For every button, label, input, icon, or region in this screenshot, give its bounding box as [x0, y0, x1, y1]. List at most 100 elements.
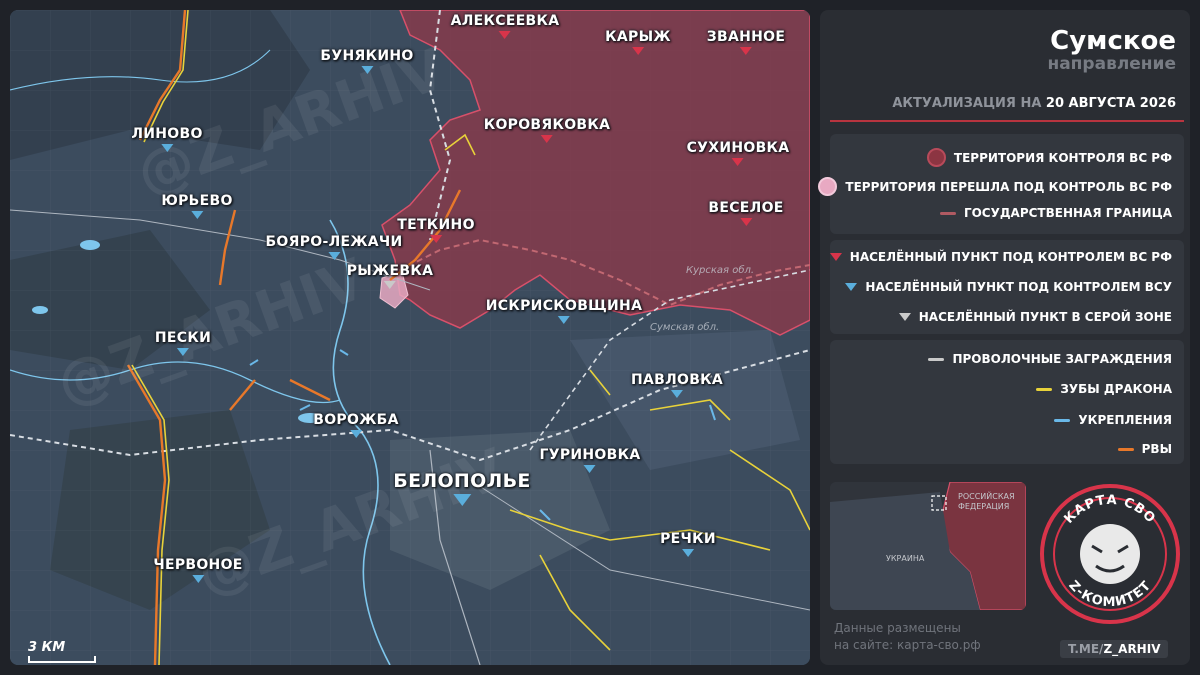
town-pavlovka: ПАВЛОВКА [631, 372, 723, 398]
lake [32, 306, 48, 314]
ua-settlement-icon [452, 494, 471, 506]
panel-title: Сумское [1050, 26, 1176, 56]
ua-settlement-icon [191, 575, 204, 583]
town-zvannoe: ЗВАННОЕ [707, 29, 785, 55]
ua-settlement-icon [161, 144, 173, 152]
ua-settlement-icon [670, 390, 683, 398]
ru-settlement-icon [632, 47, 644, 55]
ru-settlement-icon [739, 218, 752, 226]
town-label: СУХИНОВКА [686, 140, 790, 156]
town-ryzhevka: РЫЖЕВКА [347, 263, 434, 289]
side-panel: Сумское направление АКТУАЛИЗАЦИЯ НА 20 А… [818, 10, 1190, 665]
town-label: ПЕСКИ [154, 330, 212, 346]
town-label: ЮРЬЕВО [161, 193, 233, 209]
legend-row: ПРОВОЛОЧНЫЕ ЗАГРАЖДЕНИЯ [928, 352, 1172, 366]
legend-label: ПРОВОЛОЧНЫЕ ЗАГРАЖДЕНИЯ [952, 352, 1172, 366]
ru-territory-swatch [926, 148, 946, 167]
legend-row: ГОСУДАРСТВЕННАЯ ГРАНИЦА [939, 206, 1172, 220]
town-label: ЧЕРВОНОЕ [153, 557, 243, 573]
gained-territory-swatch [818, 177, 838, 196]
town-veseloe: ВЕСЕЛОЕ [708, 200, 783, 226]
overview-minimap: РОССИЙСКАЯ ФЕДЕРАЦИЯ УКРАИНА [830, 482, 1026, 610]
town-rechki: РЕЧКИ [660, 531, 716, 557]
town-peski: ПЕСКИ [155, 330, 211, 356]
legend-label: ЗУБЫ ДРАКОНА [1060, 382, 1172, 396]
legend-label: РВЫ [1141, 442, 1172, 456]
town-chervonoe: ЧЕРВОНОЕ [153, 557, 242, 583]
ua-settlement-icon [177, 348, 189, 356]
ru-settlement-icon [731, 158, 744, 166]
legend-label: НАСЕЛЁННЫЙ ПУНКТ ПОД КОНТРОЛЕМ ВСУ [865, 280, 1172, 294]
divider [830, 120, 1184, 122]
town-vorozhba: ВОРОЖБА [313, 412, 398, 438]
town-label: БУНЯКИНО [320, 48, 414, 64]
town-label: ИСКРИСКОВЩИНА [485, 298, 643, 314]
town-iskriskovshchina: ИСКРИСКОВЩИНА [486, 298, 642, 324]
tg-prefix: T.ME/ [1068, 642, 1104, 656]
town-label: БЕЛОПОЛЬЕ [393, 470, 531, 492]
ru-settlement-icon [829, 253, 842, 261]
town-label: ГУРИНОВКА [539, 447, 641, 463]
ru-settlement-icon [541, 135, 553, 143]
oblast-label: Сумская обл. [650, 322, 720, 333]
minimap-ukraine-label: УКРАИНА [886, 554, 925, 563]
town-label: РЫЖЕВКА [346, 263, 434, 279]
site-note: Данные размещены на сайте: карта-сво.рф [834, 620, 981, 654]
legend-label: НАСЕЛЁННЫЙ ПУНКТ ПОД КОНТРОЛЕМ ВС РФ [849, 250, 1172, 264]
ua-settlement-icon [682, 549, 694, 557]
z-committee-emblem: КАРТА СВО Z-КОМИТЕТ [1036, 480, 1184, 628]
tg-name: Z_ARHIV [1103, 642, 1161, 656]
town-boyaro: БОЯРО-ЛЕЖАЧИ [265, 234, 402, 260]
town-bunyakino: БУНЯКИНО [320, 48, 413, 74]
telegram-handle[interactable]: T.ME/Z_ARHIV [1060, 640, 1169, 658]
panel-subtitle: направление [1047, 54, 1176, 74]
ru-settlement-icon [498, 31, 511, 39]
title-block: Сумское направление [1047, 26, 1176, 74]
ua-settlement-icon [191, 211, 203, 219]
town-label: РЕЧКИ [660, 531, 716, 547]
legend-row: НАСЕЛЁННЫЙ ПУНКТ ПОД КОНТРОЛЕМ ВС РФ [829, 250, 1172, 264]
town-karyzh: КАРЫЖ [605, 29, 671, 55]
legend-lines: ПРОВОЛОЧНЫЕ ЗАГРАЖДЕНИЯ ЗУБЫ ДРАКОНА УКР… [830, 340, 1184, 464]
legend-label: УКРЕПЛЕНИЯ [1078, 413, 1172, 427]
legend-label: ТЕРРИТОРИЯ КОНТРОЛЯ ВС РФ [953, 150, 1172, 165]
scale-label: 3 КМ [28, 640, 66, 655]
ua-settlement-icon [845, 283, 858, 291]
town-label: КАРЫЖ [605, 29, 671, 45]
town-label: ТЕТКИНО [397, 217, 475, 233]
dragon-teeth-swatch [1036, 387, 1053, 391]
site-line: Данные размещены [834, 621, 961, 635]
update-line: АКТУАЛИЗАЦИЯ НА 20 АВГУСТА 2026 [892, 96, 1176, 111]
town-sukhinovka: СУХИНОВКА [687, 140, 790, 166]
legend-label: НАСЕЛЁННЫЙ ПУНКТ В СЕРОЙ ЗОНЕ [918, 310, 1172, 324]
town-label: ЗВАННОЕ [706, 29, 786, 45]
wire-swatch [928, 357, 945, 361]
town-label: ПАВЛОВКА [630, 372, 724, 388]
town-gurinovka: ГУРИНОВКА [540, 447, 641, 473]
emblem-logo: КАРТА СВО Z-КОМИТЕТ [1040, 484, 1180, 624]
site-link[interactable]: на сайте: карта-сво.рф [834, 637, 981, 654]
map-area: @Z_ARHIV @Z_ARHIV @Z_ARHIV Курская обл. … [10, 10, 810, 665]
town-yurevo: ЮРЬЕВО [161, 193, 232, 219]
legend-row: НАСЕЛЁННЫЙ ПУНКТ ПОД КОНТРОЛЕМ ВСУ [845, 280, 1172, 294]
legend-label: ГОСУДАРСТВЕННАЯ ГРАНИЦА [963, 206, 1172, 220]
town-linovo: ЛИНОВО [131, 126, 202, 152]
scale-bar: 3 КМ [28, 640, 96, 663]
ua-settlement-icon [349, 430, 362, 438]
ru-settlement-icon [429, 235, 442, 243]
ditch-swatch [1117, 447, 1134, 451]
ua-settlement-icon [360, 66, 373, 74]
minimap-russia-label: РОССИЙСКАЯ ФЕДЕРАЦИЯ [958, 492, 1015, 511]
town-label: ВОРОЖБА [313, 412, 399, 428]
ua-settlement-icon [584, 465, 596, 473]
ua-settlement-icon [328, 252, 340, 260]
ru-settlement-icon [739, 47, 752, 55]
town-belopolye: БЕЛОПОЛЬЕ [393, 470, 530, 506]
town-label: КОРОВЯКОВКА [483, 117, 611, 133]
update-prefix: АКТУАЛИЗАЦИЯ НА [892, 96, 1042, 111]
legend-row: ЗУБЫ ДРАКОНА [1036, 382, 1172, 396]
legend-row: ТЕРРИТОРИЯ ПЕРЕШЛА ПОД КОНТРОЛЬ ВС РФ [818, 177, 1172, 196]
town-label: АЛЕКСЕЕВКА [450, 13, 560, 29]
grey-settlement-icon [384, 281, 396, 289]
town-alekseevka: АЛЕКСЕЕВКА [451, 13, 560, 39]
